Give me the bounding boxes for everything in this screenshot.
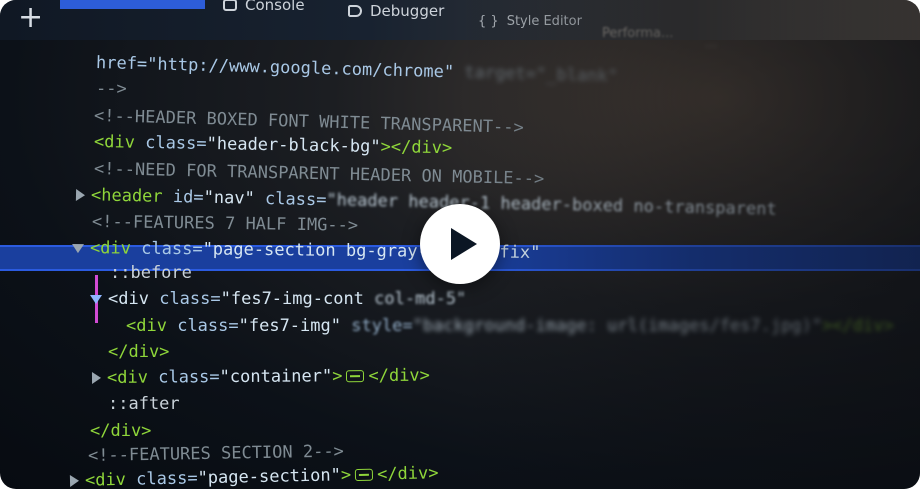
attr-name: class= — [145, 132, 207, 154]
attr-value: "container" — [219, 366, 333, 388]
closing-tag: </div> — [108, 342, 170, 362]
console-icon — [223, 0, 237, 11]
comment-text: <!--NEED FOR TRANSPARENT HEADER ON MOBIL… — [93, 159, 545, 190]
tab-performance-label: Performa... — [602, 25, 674, 41]
tag-close: ></div> — [380, 137, 453, 159]
expand-arrow-icon[interactable] — [69, 474, 80, 487]
code-line-selected[interactable]: <div class="fes7-img-cont col-md-5" — [90, 288, 466, 310]
play-button[interactable] — [420, 204, 500, 284]
code-line[interactable]: <div class="fes7-img" style="background-… — [126, 315, 894, 337]
tab-style-editor[interactable]: { } Style Editor — [478, 10, 582, 32]
braces-icon: { } — [478, 13, 499, 29]
tag-open: <div — [106, 367, 149, 388]
expand-arrow-icon[interactable] — [91, 371, 102, 384]
tag-gt: > — [340, 465, 352, 486]
tab-console-label: Console — [245, 0, 305, 14]
debugger-icon — [348, 5, 362, 17]
attr-value: "header-black-bg" — [206, 133, 381, 158]
collapse-arrow-icon[interactable] — [90, 294, 102, 304]
attr-name: class= — [177, 316, 239, 336]
collapsed-content-icon[interactable] — [346, 370, 365, 383]
active-tab-indicator — [60, 0, 205, 9]
tag-open: <div — [126, 316, 167, 336]
tag-open: <div — [93, 132, 136, 153]
attr-name: class= — [159, 289, 221, 309]
tab-style-editor-label: Style Editor — [506, 13, 582, 29]
video-thumbnail[interactable]: + Console Debugger { } Style Editor Perf… — [0, 0, 920, 489]
attr-name: id= — [172, 187, 204, 208]
tag-open: <div — [89, 238, 132, 259]
devtools-toolbar: + Console Debugger { } Style Editor Perf… — [0, 0, 920, 51]
tab-debugger[interactable]: Debugger — [348, 0, 444, 22]
tab-debugger-label: Debugger — [370, 2, 445, 20]
comment-text: <!--FEATURES SECTION 2--> — [87, 441, 345, 466]
comment-end: --> — [96, 79, 127, 99]
expand-arrow-icon[interactable] — [75, 189, 86, 202]
tag-open: <header — [90, 185, 163, 207]
tag-close: ></div> — [822, 316, 894, 336]
code-line: href="http://www.google.com/chrome" targ… — [96, 52, 618, 88]
attr-value: "fes7-img" — [238, 316, 341, 336]
tag-gt: > — [332, 366, 343, 387]
code-line[interactable]: <div class="container"> </div> — [91, 365, 430, 389]
attr-value: "header header-1 header-boxed no-transpa… — [326, 190, 777, 220]
closing-tag: </div> — [90, 421, 152, 441]
plus-icon[interactable]: + — [18, 3, 43, 33]
tag-open: <div — [84, 469, 127, 489]
tab-console[interactable]: Console — [223, 0, 305, 16]
attr-name: style= — [351, 316, 413, 336]
attr-value: "fes7-img-cont — [220, 289, 364, 309]
attr-value: "nav" — [203, 187, 255, 209]
target-attr: target="_blank" — [464, 62, 619, 87]
attr-name: class= — [141, 238, 203, 260]
attr-value-cont: col-md-5" — [374, 289, 467, 309]
collapsed-content-icon[interactable] — [354, 468, 374, 482]
attr-name: class= — [135, 468, 198, 489]
attr-value: "page-section" — [197, 465, 342, 489]
href-attr: href="http://www.google.com/chrome" — [95, 53, 455, 83]
attr-name: class= — [264, 188, 327, 211]
play-icon — [451, 228, 477, 260]
pseudo-before: ::before — [110, 263, 192, 283]
comment-line: <!--FEATURES SECTION 2--> — [88, 441, 344, 467]
pseudo-after: ::after — [108, 394, 180, 414]
tag-close: </div> — [368, 365, 430, 387]
comment-text: <!--FEATURES 7 HALF IMG--> — [91, 212, 359, 236]
attr-value: "background-image: url(images/fes7.jpg)" — [412, 316, 823, 336]
tag-close: </div> — [376, 463, 439, 485]
tag-open: <div — [108, 289, 149, 309]
comment-line: <!--FEATURES 7 HALF IMG--> — [92, 211, 358, 237]
attr-name: class= — [158, 367, 220, 388]
collapse-arrow-icon[interactable] — [71, 243, 85, 253]
